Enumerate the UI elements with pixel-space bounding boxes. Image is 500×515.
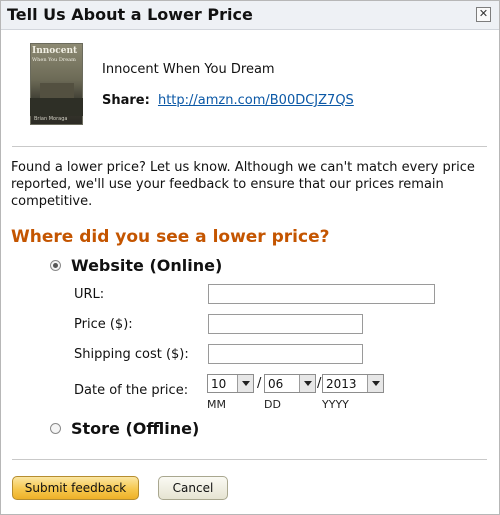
cover-author: Brian Moraga	[34, 116, 68, 122]
dialog-title: Tell Us About a Lower Price	[7, 5, 253, 24]
cover-house-shape	[40, 83, 74, 99]
year-caption: YYYY	[322, 398, 349, 411]
bottom-divider	[12, 459, 487, 460]
month-caption: MM	[207, 398, 226, 411]
book-cover-image: Innocent When You Dream Brian Moraga	[30, 43, 83, 125]
share-link[interactable]: http://amzn.com/B00DCJZ7QS	[158, 93, 354, 108]
day-select[interactable]: 06	[264, 374, 316, 393]
chevron-down-icon[interactable]	[237, 375, 253, 392]
date-label: Date of the price:	[74, 383, 189, 398]
dialog-titlebar: Tell Us About a Lower Price ✕	[1, 1, 499, 30]
cover-trees-shape	[30, 98, 83, 116]
website-radio[interactable]	[50, 260, 61, 271]
store-option-label[interactable]: Store (Offline)	[71, 419, 199, 438]
question-heading: Where did you see a lower price?	[11, 227, 330, 247]
chevron-down-icon[interactable]	[299, 375, 315, 392]
cover-subtitle: When You Dream	[32, 57, 76, 63]
shipping-cost-input[interactable]	[208, 344, 363, 364]
intro-text: Found a lower price? Let us know. Althou…	[11, 160, 475, 209]
day-caption: DD	[264, 398, 281, 411]
date-separator: /	[257, 376, 262, 391]
share-row: Share: http://amzn.com/B00DCJZ7QS	[102, 93, 354, 108]
price-label: Price ($):	[74, 317, 133, 332]
shipping-cost-label: Shipping cost ($):	[74, 347, 189, 362]
month-select[interactable]: 10	[207, 374, 254, 393]
lower-price-dialog: Tell Us About a Lower Price ✕ Innocent W…	[0, 0, 500, 515]
year-value: 2013	[326, 377, 357, 391]
url-input[interactable]	[208, 284, 435, 304]
top-divider	[12, 146, 487, 147]
month-value: 10	[211, 377, 227, 391]
year-select[interactable]: 2013	[322, 374, 384, 393]
website-option-label[interactable]: Website (Online)	[71, 256, 222, 275]
url-label: URL:	[74, 287, 105, 302]
product-title: Innocent When You Dream	[102, 62, 275, 77]
cover-title: Innocent	[32, 46, 78, 56]
day-value: 06	[268, 377, 284, 391]
chevron-down-icon[interactable]	[367, 375, 383, 392]
store-radio[interactable]	[50, 423, 61, 434]
submit-feedback-button[interactable]: Submit feedback	[12, 476, 139, 500]
close-icon[interactable]: ✕	[476, 7, 491, 22]
cancel-button[interactable]: Cancel	[158, 476, 228, 500]
share-label: Share:	[102, 93, 150, 108]
date-separator: /	[317, 376, 322, 391]
price-input[interactable]	[208, 314, 363, 334]
